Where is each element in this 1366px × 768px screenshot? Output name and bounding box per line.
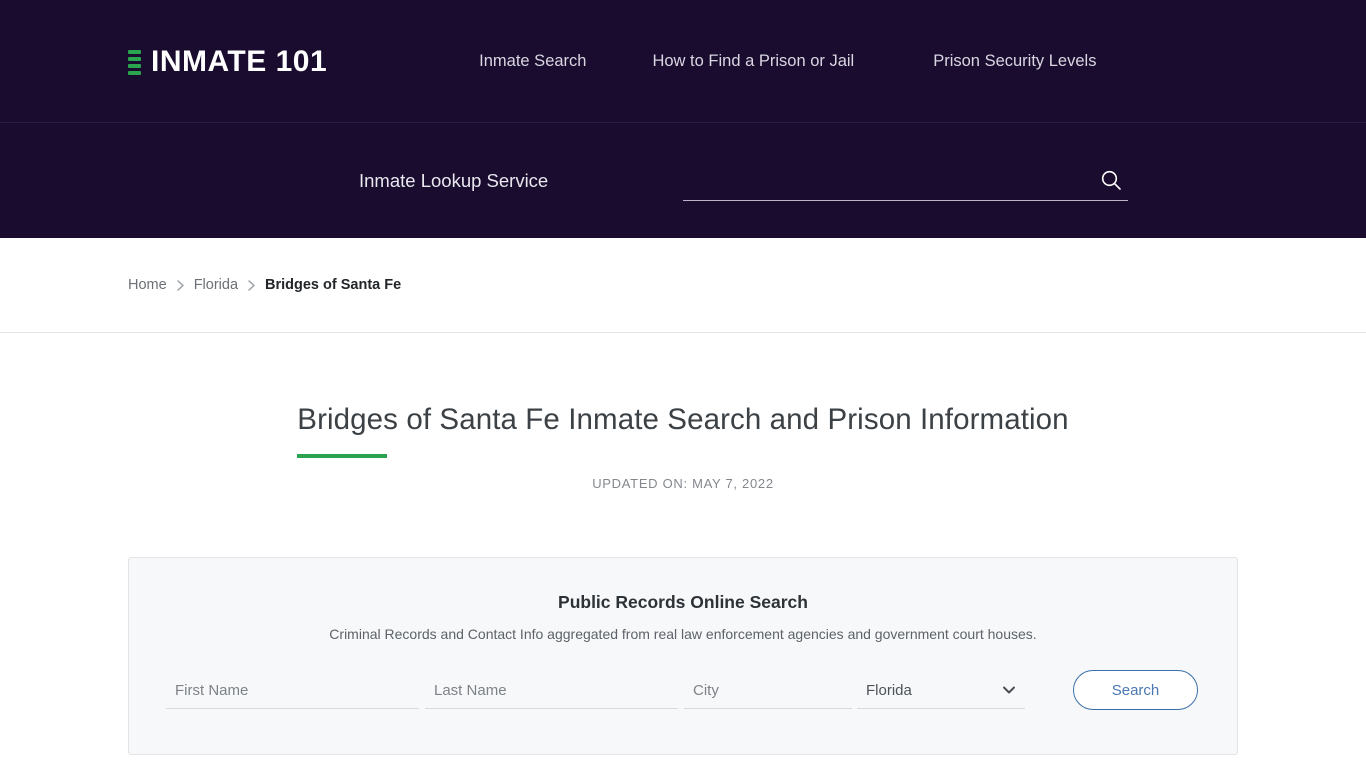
site-header: INMATE 101 Inmate Search How to Find a P… [0, 0, 1366, 123]
breadcrumb-item-home[interactable]: Home [128, 277, 167, 293]
city-input[interactable] [684, 673, 852, 707]
lookup-service-label: Inmate Lookup Service [359, 169, 549, 191]
chevron-right-icon [246, 279, 257, 292]
page-title-text: Bridges of Santa Fe Inmate Search and Pr… [297, 403, 1069, 436]
breadcrumb-bar: Home Florida Bridges of Santa Fe [0, 238, 1366, 333]
search-submit-button[interactable] [1094, 163, 1128, 197]
city-field[interactable] [684, 672, 852, 709]
lookup-search-field[interactable] [683, 161, 1128, 201]
records-card-title: Public Records Online Search [558, 592, 808, 612]
last-name-field[interactable] [425, 672, 678, 709]
title-accent-bar [297, 453, 388, 458]
site-logo-text: INMATE 101 [151, 44, 328, 78]
page-title-block: Bridges of Santa Fe Inmate Search and Pr… [0, 333, 1366, 458]
main-content: Bridges of Santa Fe Inmate Search and Pr… [0, 333, 1366, 491]
search-icon [1101, 170, 1121, 190]
first-name-input[interactable] [166, 673, 419, 707]
page-title: Bridges of Santa Fe Inmate Search and Pr… [297, 402, 1069, 458]
breadcrumb: Home Florida Bridges of Santa Fe [128, 277, 401, 293]
records-card-subtitle: Criminal Records and Contact Info aggreg… [329, 626, 1037, 642]
public-records-card: Public Records Online Search Criminal Re… [128, 557, 1238, 755]
last-name-input[interactable] [425, 673, 678, 707]
nav-item-prison-security-levels[interactable]: Prison Security Levels [933, 52, 1096, 71]
last-updated-text: UPDATED ON: MAY 7, 2022 [592, 475, 774, 491]
breadcrumb-item-florida[interactable]: Florida [194, 277, 238, 293]
public-records-search-form: Florida Search [166, 670, 1202, 710]
chevron-right-icon [175, 279, 186, 292]
logo-bars-icon [128, 47, 141, 77]
lookup-search-bar: Inmate Lookup Service [0, 123, 1366, 238]
records-search-button[interactable]: Search [1073, 670, 1198, 710]
search-input[interactable] [683, 161, 1094, 199]
nav-item-how-to-find-a-prison-or-jail[interactable]: How to Find a Prison or Jail [652, 52, 854, 71]
primary-navigation: Inmate Search How to Find a Prison or Ja… [479, 52, 1096, 71]
first-name-field[interactable] [166, 672, 419, 709]
nav-item-inmate-search[interactable]: Inmate Search [479, 52, 586, 71]
page-root: INMATE 101 Inmate Search How to Find a P… [0, 0, 1366, 768]
state-field[interactable]: Florida [857, 672, 1025, 709]
site-logo[interactable]: INMATE 101 [128, 44, 328, 78]
state-select[interactable]: Florida [857, 673, 1025, 707]
breadcrumb-item-current: Bridges of Santa Fe [265, 277, 402, 293]
